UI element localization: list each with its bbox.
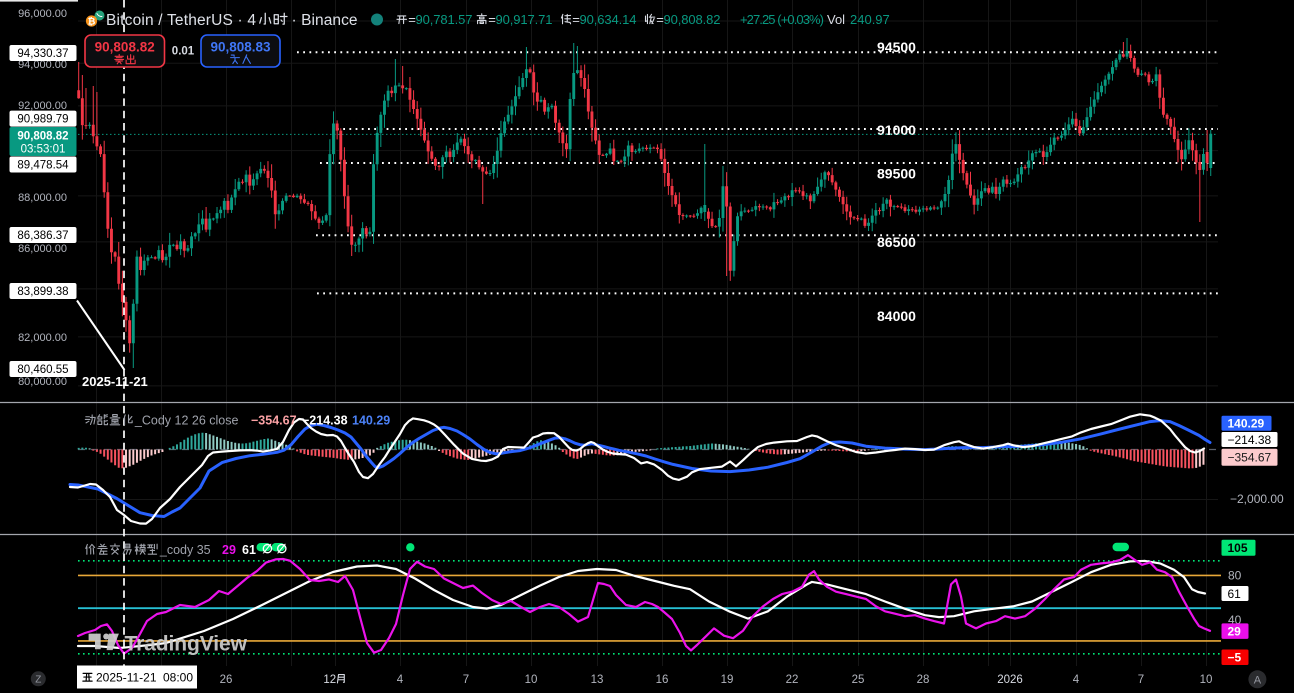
svg-text:94,330.37: 94,330.37 (17, 48, 68, 60)
svg-text:2026: 2026 (997, 674, 1023, 686)
svg-text:22: 22 (786, 674, 799, 686)
svg-text:∅ ∅: ∅ ∅ (262, 542, 287, 556)
svg-text:90,634.14: 90,634.14 (580, 12, 637, 27)
svg-text:−214.38: −214.38 (302, 413, 348, 427)
svg-text:A: A (1254, 674, 1262, 686)
svg-text:−5: −5 (1228, 651, 1242, 665)
svg-text:96,000.00: 96,000.00 (18, 8, 67, 20)
svg-text:240.97: 240.97 (850, 12, 890, 27)
svg-text:−2,000.00: −2,000.00 (1230, 492, 1284, 506)
svg-text:25: 25 (852, 674, 865, 686)
svg-text:13: 13 (591, 674, 604, 686)
svg-text:82,000.00: 82,000.00 (18, 332, 67, 344)
svg-text:19: 19 (721, 674, 734, 686)
svg-text:TradingView: TradingView (125, 633, 248, 656)
svg-text:−354.67: −354.67 (251, 413, 297, 427)
svg-text:· Binance: · Binance (292, 12, 358, 29)
svg-text:−214.38: −214.38 (1228, 433, 1272, 447)
svg-text:+27.25 (+0.03%): +27.25 (+0.03%) (740, 12, 824, 27)
svg-text:90,917.71: 90,917.71 (496, 12, 553, 27)
svg-text:Vol: Vol (827, 12, 845, 27)
svg-text:2025-11-21: 2025-11-21 (96, 670, 157, 684)
svg-text:140.29: 140.29 (1228, 417, 1265, 431)
svg-text:16: 16 (656, 674, 669, 686)
svg-text:140.29: 140.29 (352, 413, 390, 427)
svg-text:86500: 86500 (877, 234, 916, 250)
svg-text:2025-11-21: 2025-11-21 (82, 374, 148, 389)
svg-text:94500: 94500 (877, 39, 916, 55)
svg-text:86,386.37: 86,386.37 (17, 230, 68, 242)
svg-text:_cody 35: _cody 35 (159, 543, 211, 557)
svg-text:28: 28 (917, 674, 930, 686)
svg-text:29: 29 (222, 543, 236, 557)
svg-text:90,808.83: 90,808.83 (210, 40, 271, 55)
svg-text:0.01: 0.01 (172, 46, 195, 58)
svg-text:89500: 89500 (877, 166, 916, 182)
svg-text:83,899.38: 83,899.38 (17, 286, 68, 298)
svg-text:90,989.79: 90,989.79 (17, 114, 68, 126)
svg-text:61: 61 (242, 543, 256, 557)
svg-text:_Cody 12 26 close: _Cody 12 26 close (134, 413, 239, 427)
svg-text:7: 7 (463, 674, 469, 686)
svg-text:10: 10 (525, 674, 538, 686)
svg-text:12: 12 (323, 674, 336, 686)
svg-text:90,808.82: 90,808.82 (664, 12, 721, 27)
svg-text:03:53:01: 03:53:01 (21, 144, 66, 156)
svg-text:80,000.00: 80,000.00 (18, 376, 67, 388)
svg-text:88,000.00: 88,000.00 (18, 192, 67, 204)
svg-text:92,000.00: 92,000.00 (18, 100, 67, 112)
svg-text:7: 7 (1138, 674, 1144, 686)
svg-text:Z: Z (35, 674, 41, 685)
svg-text:4: 4 (397, 674, 404, 686)
svg-text:4: 4 (1073, 674, 1080, 686)
svg-text:26: 26 (220, 674, 233, 686)
svg-text:91000: 91000 (877, 122, 916, 138)
svg-text:08:00: 08:00 (163, 670, 193, 684)
svg-text:10: 10 (1200, 674, 1213, 686)
svg-text:80: 80 (1228, 569, 1242, 583)
svg-text:61: 61 (1228, 587, 1242, 601)
svg-text:89,478.54: 89,478.54 (17, 160, 69, 172)
svg-text:₿: ₿ (88, 17, 96, 28)
svg-text:84000: 84000 (877, 308, 916, 324)
svg-text:29: 29 (1228, 624, 1242, 638)
svg-text:105: 105 (1228, 541, 1248, 555)
svg-text:80,460.55: 80,460.55 (17, 364, 68, 376)
svg-text:90,808.82: 90,808.82 (17, 131, 68, 143)
svg-text:−354.67: −354.67 (1228, 451, 1272, 465)
svg-text:90,781.57: 90,781.57 (416, 12, 473, 27)
svg-text:90,808.82: 90,808.82 (95, 40, 155, 55)
svg-text:86,000.00: 86,000.00 (18, 243, 67, 255)
svg-text:Bitcoin / TetherUS · 4: Bitcoin / TetherUS · 4 (106, 12, 256, 29)
